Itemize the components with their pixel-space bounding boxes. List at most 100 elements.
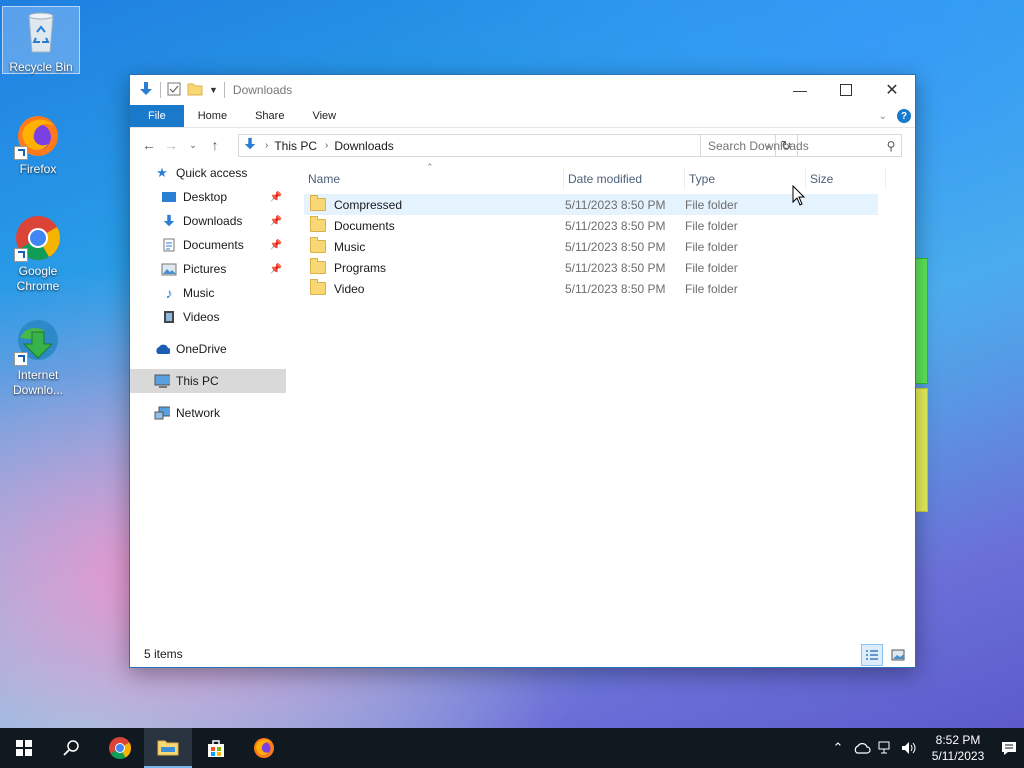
pin-icon[interactable]: 📌 (270, 216, 282, 227)
nav-this-pc[interactable]: This PC (130, 369, 286, 393)
breadcrumb-chevron-icon[interactable]: › (265, 140, 268, 151)
customize-toolbar-chevron-icon[interactable]: ▼ (209, 85, 218, 95)
desktop-icon-recycle-bin[interactable]: Recycle Bin (2, 6, 80, 74)
file-name: Video (334, 281, 365, 296)
nav-label: Music (183, 286, 215, 300)
folder-icon (310, 195, 326, 211)
file-type: File folder (685, 239, 738, 254)
taskbar-store[interactable] (192, 728, 240, 768)
help-icon[interactable]: ? (897, 109, 911, 123)
onedrive-cloud-icon[interactable] (850, 742, 874, 754)
file-row-video[interactable]: Video 5/11/2023 8:50 PM File folder (304, 278, 878, 299)
file-list: ⌃ Name Date modified Type Size Compresse… (304, 162, 915, 641)
search-box[interactable]: ⚲ (700, 134, 902, 157)
taskbar-file-explorer[interactable] (144, 728, 192, 768)
search-button[interactable] (48, 728, 96, 768)
tab-view[interactable]: View (298, 105, 350, 127)
file-date: 5/11/2023 8:50 PM (565, 281, 666, 296)
pin-icon[interactable]: 📌 (270, 264, 282, 275)
nav-label: Quick access (176, 166, 248, 180)
tab-file[interactable]: File (130, 105, 184, 127)
music-icon: ♪ (165, 285, 173, 301)
tab-share[interactable]: Share (241, 105, 298, 127)
breadcrumb-this-pc[interactable]: This PC (274, 139, 317, 153)
nav-downloads[interactable]: Downloads 📌 (130, 209, 286, 233)
close-icon: ✕ (885, 82, 899, 99)
taskbar-firefox[interactable] (240, 728, 288, 768)
desktop-icon-google-chrome[interactable]: Google Chrome (0, 210, 76, 294)
expand-ribbon-chevron-icon[interactable]: ⌄ (879, 111, 887, 122)
nav-label: Documents (183, 238, 244, 252)
column-name[interactable]: Name (304, 168, 564, 190)
desktop-icon-label: Recycle Bin (9, 60, 73, 74)
nav-onedrive[interactable]: OneDrive (130, 337, 286, 361)
maximize-button[interactable] (823, 75, 869, 105)
search-input[interactable] (701, 137, 881, 154)
start-button[interactable] (0, 728, 48, 768)
shortcut-arrow-icon (14, 146, 28, 160)
background-window-edge (914, 258, 928, 384)
back-button[interactable]: ← (138, 137, 160, 153)
maximize-icon (840, 84, 852, 96)
pin-icon[interactable]: 📌 (270, 240, 282, 251)
nav-videos[interactable]: Videos (130, 305, 286, 329)
file-explorer-window[interactable]: ▼ Downloads — ✕ File Home Share View ⌄ ?… (129, 74, 916, 668)
nav-documents[interactable]: Documents 📌 (130, 233, 286, 257)
file-name: Documents (334, 218, 395, 233)
taskbar-chrome[interactable] (96, 728, 144, 768)
file-row-documents[interactable]: Documents 5/11/2023 8:50 PM File folder (304, 215, 878, 236)
up-button[interactable]: ↑ (204, 137, 226, 153)
nav-music[interactable]: ♪ Music (130, 281, 286, 305)
internet-download-manager-icon (14, 318, 62, 366)
column-size[interactable]: Size (806, 168, 886, 190)
nav-quick-access[interactable]: ★ Quick access (130, 161, 286, 185)
minimize-button[interactable]: — (777, 75, 823, 105)
nav-pictures[interactable]: Pictures 📌 (130, 257, 286, 281)
title-bar[interactable]: ▼ Downloads — ✕ (130, 75, 915, 105)
nav-desktop[interactable]: Desktop 📌 (130, 185, 286, 209)
nav-label: This PC (176, 374, 219, 388)
item-count: 5 items (144, 647, 183, 661)
quick-access-toolbar: ▼ (138, 81, 225, 100)
nav-network[interactable]: Network (130, 401, 286, 425)
content-area: ★ Quick access Desktop 📌 Downloads 📌 Doc… (130, 162, 915, 641)
pin-icon[interactable]: 📌 (270, 192, 282, 203)
breadcrumb-downloads[interactable]: Downloads (334, 139, 393, 153)
shortcut-arrow-icon (14, 352, 28, 366)
search-icon[interactable]: ⚲ (881, 139, 901, 153)
column-date-modified[interactable]: Date modified (564, 168, 685, 190)
column-type[interactable]: Type (685, 168, 806, 190)
shortcut-arrow-icon (14, 248, 28, 262)
tab-home[interactable]: Home (184, 105, 241, 127)
file-row-music[interactable]: Music 5/11/2023 8:50 PM File folder (304, 236, 878, 257)
network-icon (154, 406, 170, 420)
status-bar: 5 items (130, 641, 915, 667)
sort-ascending-icon: ⌃ (426, 162, 434, 172)
action-center-icon[interactable] (994, 741, 1024, 755)
search-icon (63, 740, 79, 756)
close-button[interactable]: ✕ (869, 75, 915, 105)
desktop-icon-label: Firefox (19, 162, 57, 176)
file-row-programs[interactable]: Programs 5/11/2023 8:50 PM File folder (304, 257, 878, 278)
properties-icon[interactable] (167, 82, 181, 99)
new-folder-icon[interactable] (187, 82, 203, 99)
breadcrumb-chevron-icon[interactable]: › (325, 140, 328, 151)
window-title: Downloads (232, 83, 293, 97)
network-status-icon[interactable] (874, 741, 898, 755)
file-name: Programs (334, 260, 387, 275)
volume-icon[interactable] (898, 741, 922, 755)
recent-locations-chevron-icon[interactable]: ⌄ (182, 140, 204, 151)
computer-icon (154, 374, 170, 388)
desktop-icon-label: Internet Downlo... (12, 368, 64, 397)
clock[interactable]: 8:52 PM 5/11/2023 (922, 732, 994, 764)
show-hidden-icons-chevron-icon[interactable]: ⌃ (826, 740, 850, 756)
forward-button[interactable]: → (160, 137, 182, 153)
details-view-button[interactable] (861, 644, 883, 666)
large-icons-view-button[interactable] (887, 644, 909, 666)
desktop-icon-firefox[interactable]: Firefox (0, 108, 76, 177)
clock-time: 8:52 PM (935, 733, 981, 747)
chrome-icon (14, 214, 62, 262)
separator (160, 82, 161, 98)
desktop-icon-internet-download-manager[interactable]: Internet Downlo... (0, 314, 76, 398)
recycle-bin-icon (17, 10, 65, 58)
